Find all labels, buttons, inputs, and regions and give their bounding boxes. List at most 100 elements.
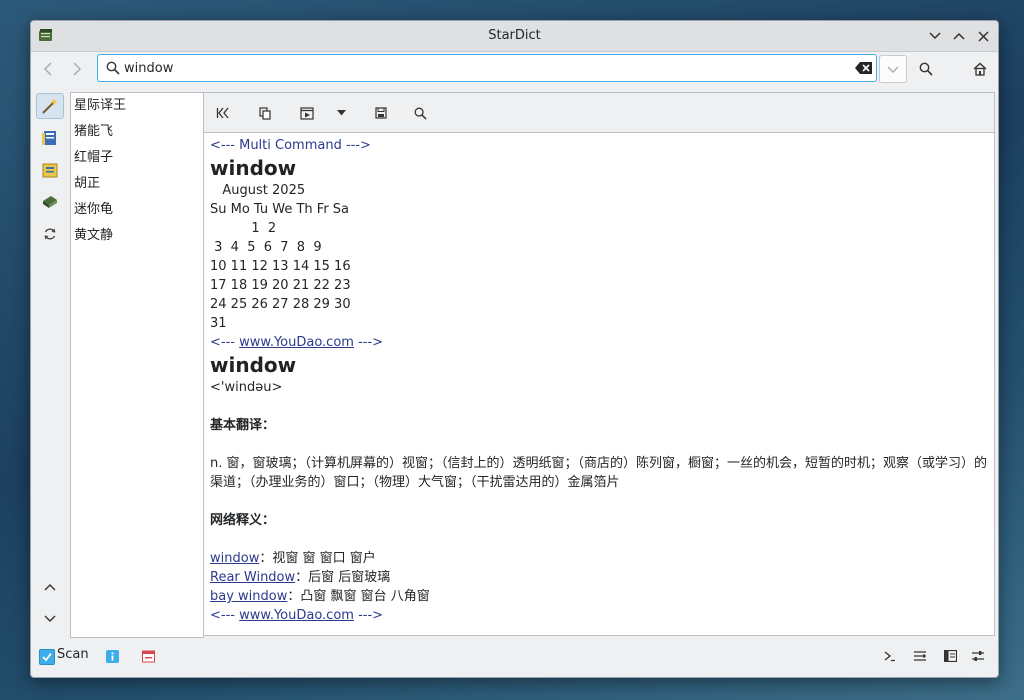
- headword: window: [210, 353, 297, 377]
- search-button[interactable]: [915, 58, 937, 80]
- definition-area: <--- Multi Command ---> window August 20…: [203, 132, 995, 636]
- web-definition-term[interactable]: bay window: [210, 589, 287, 604]
- info-button[interactable]: [103, 647, 121, 665]
- chevron-up-icon: [44, 584, 56, 591]
- content-pane: <--- Multi Command ---> window August 20…: [203, 92, 995, 636]
- fuzzy-query-button[interactable]: [36, 125, 64, 151]
- word-list-item[interactable]: 黄文静: [71, 223, 203, 249]
- copy-icon: [259, 106, 271, 120]
- dictionary-icon: [43, 196, 57, 208]
- web-definition-title: 网络释义：: [210, 513, 276, 528]
- query-result-button[interactable]: [36, 93, 64, 119]
- chevron-right-icon: [73, 62, 82, 76]
- web-definition-term[interactable]: window: [210, 551, 259, 566]
- calendar-row: 1 2: [210, 221, 277, 236]
- search-icon: [106, 61, 120, 79]
- scan-checkbox[interactable]: [39, 649, 55, 665]
- left-tool-bar: [33, 90, 67, 638]
- separator: ：: [259, 551, 273, 566]
- web-definition-meaning: 视窗 窗 窗口 窗户: [272, 551, 376, 566]
- scroll-up-button[interactable]: [36, 574, 64, 600]
- forward-button[interactable]: [67, 61, 87, 81]
- scroll-down-button[interactable]: [36, 606, 64, 632]
- home-button[interactable]: [969, 58, 991, 80]
- word-list-item[interactable]: 红帽子: [71, 145, 203, 171]
- stardict-window: StarDict window 星际译王 猪能飞 红帽子 胡正 迷你龟 黄文静 …: [30, 20, 999, 678]
- word-list-item[interactable]: 猪能飞: [71, 119, 203, 145]
- books-icon: [42, 131, 56, 145]
- calendar-row: 24 25 26 27 28 29 30: [210, 297, 351, 312]
- calendar-row: 3 4 5 6 7 8 9: [210, 240, 322, 255]
- separator: ：: [287, 589, 301, 604]
- chevron-down-icon: [887, 66, 899, 73]
- calendar-row: 17 18 19 20 21 22 23: [210, 278, 351, 293]
- word-list-item[interactable]: 迷你龟: [71, 197, 203, 223]
- basic-translation-text: n. 窗，窗玻璃；（计算机屏幕的）视窗；（信封上的）透明纸窗；（商店的）陈列窗，…: [210, 456, 988, 490]
- minimize-icon[interactable]: [925, 26, 945, 46]
- scan-label: Scan: [57, 647, 89, 662]
- info-icon: [105, 649, 119, 663]
- dictionary-list-button[interactable]: [36, 189, 64, 215]
- marker-suffix: --->: [353, 608, 384, 623]
- manage-dictionaries-button[interactable]: [911, 647, 929, 665]
- chevron-left-icon: [43, 62, 52, 76]
- search-icon: [414, 107, 427, 120]
- dictionary-marker: <--- Multi Command --->: [210, 138, 371, 153]
- collapse-button[interactable]: [212, 102, 234, 124]
- calendar-month: August 2025: [210, 181, 990, 200]
- content-toolbar: [203, 92, 995, 132]
- status-bar: Scan: [31, 641, 998, 677]
- terminal-button[interactable]: [881, 647, 899, 665]
- prompt-icon: [884, 651, 895, 662]
- web-definition-term[interactable]: Rear Window: [210, 570, 295, 585]
- word-list: 星际译王 猪能飞 红帽子 胡正 迷你龟 黄文静: [70, 92, 204, 638]
- home-icon: [973, 62, 987, 76]
- web-definition-meaning: 后窗 后窗玻璃: [308, 570, 391, 585]
- search-box[interactable]: [97, 54, 877, 82]
- web-definition-meaning: 凸窗 飘窗 窗台 八角窗: [300, 589, 430, 604]
- full-text-search-button[interactable]: [36, 157, 64, 183]
- marker-suffix: --->: [353, 335, 384, 350]
- youdao-link[interactable]: www.YouDao.com: [239, 335, 354, 350]
- web-definition-item: bay window：凸窗 飘窗 窗台 八角窗: [210, 587, 990, 606]
- clear-text-icon[interactable]: [855, 61, 873, 79]
- dictionary-marker: <--- www.YouDao.com --->: [210, 606, 990, 625]
- calendar-month-label: August 2025: [222, 183, 306, 198]
- title-bar: StarDict: [31, 21, 998, 52]
- word-list-item[interactable]: 星际译王: [71, 93, 203, 119]
- search-toolbar: [31, 52, 998, 90]
- calendar-row: 31: [210, 316, 227, 331]
- back-button[interactable]: [38, 61, 58, 81]
- close-icon[interactable]: [973, 26, 993, 46]
- chevron-down-icon: [44, 615, 56, 622]
- sound-menu-button[interactable]: [330, 102, 352, 124]
- play-icon: [300, 106, 314, 120]
- dictionary-marker: <--- www.YouDao.com --->: [210, 333, 990, 352]
- calendar-weekdays: Su Mo Tu We Th Fr Sa: [210, 202, 350, 217]
- play-sound-button[interactable]: [296, 102, 318, 124]
- separator: ：: [295, 570, 309, 585]
- calendar-icon: [141, 650, 155, 662]
- web-definition-item: Rear Window：后窗 后窗玻璃: [210, 568, 990, 587]
- youdao-link[interactable]: www.YouDao.com: [239, 608, 354, 623]
- refresh-icon: [44, 228, 56, 240]
- notes-button[interactable]: [139, 647, 157, 665]
- dropdown-arrow-icon: [336, 110, 346, 116]
- notebook-icon: [42, 163, 58, 178]
- copy-button[interactable]: [254, 102, 276, 124]
- save-icon: [375, 107, 387, 119]
- history-dropdown-button[interactable]: [879, 55, 907, 83]
- preferences-button[interactable]: [969, 647, 987, 665]
- refresh-button[interactable]: [36, 221, 64, 247]
- dictionary-panel-button[interactable]: [941, 647, 959, 665]
- search-input[interactable]: [124, 58, 824, 78]
- maximize-icon[interactable]: [949, 26, 969, 46]
- sliders-icon: [972, 651, 984, 661]
- marker-prefix: <---: [210, 608, 240, 623]
- save-button[interactable]: [370, 102, 392, 124]
- panel-icon: [943, 650, 957, 662]
- word-list-item[interactable]: 胡正: [71, 171, 203, 197]
- find-in-page-button[interactable]: [409, 102, 431, 124]
- window-title: StarDict: [488, 28, 541, 43]
- magic-wand-icon: [42, 98, 58, 114]
